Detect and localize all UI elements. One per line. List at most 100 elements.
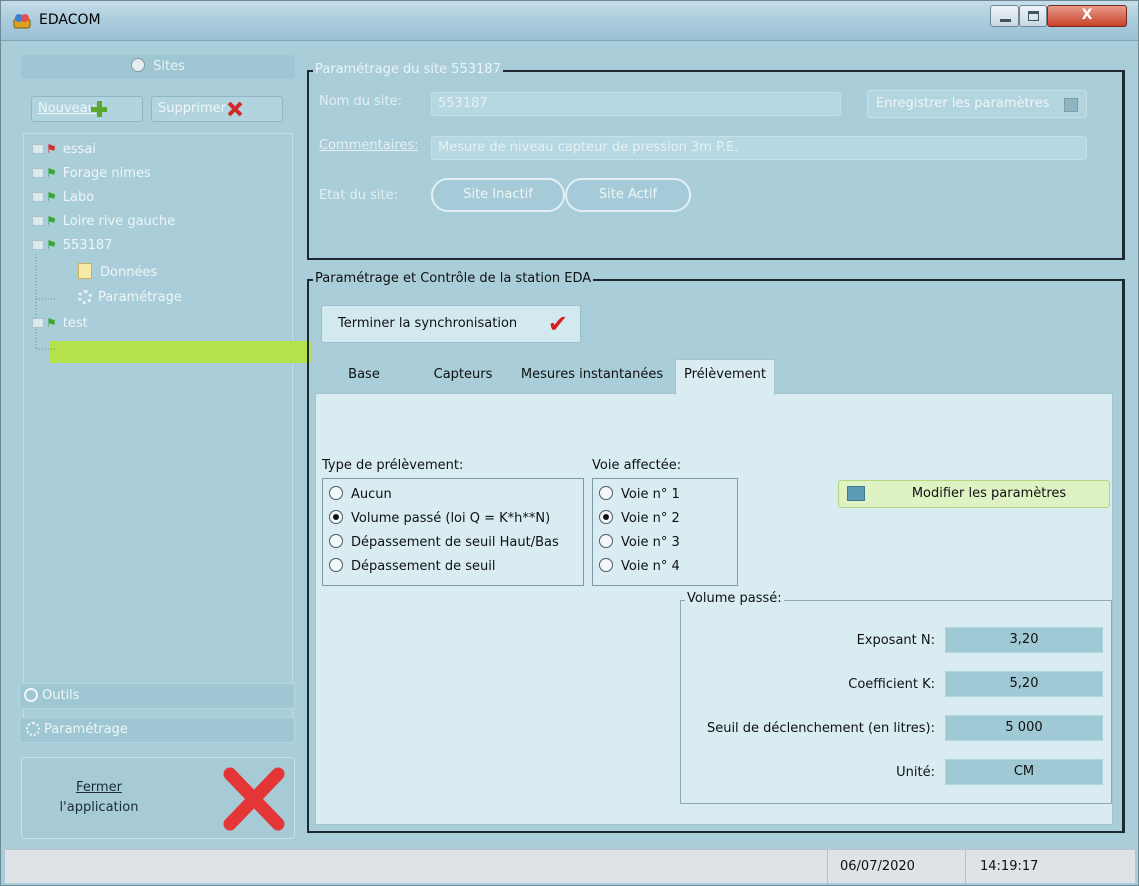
- radio-label: Voie n° 2: [621, 511, 680, 526]
- radio-label: Dépassement de seuil Haut/Bas: [351, 535, 559, 550]
- radio-button-icon: [599, 534, 613, 548]
- gear-icon: [78, 290, 92, 304]
- close-window-button[interactable]: X: [1047, 5, 1127, 27]
- save-settings-button[interactable]: Enregistrer les paramètres: [867, 90, 1087, 118]
- radio-aucun[interactable]: Aucun: [329, 485, 392, 505]
- tree-item-labo[interactable]: ⚑ Labo: [32, 186, 94, 208]
- modify-parameters-label: Modifier les paramètres: [911, 486, 1067, 501]
- channel-label: Voie affectée:: [592, 458, 682, 473]
- document-icon: [78, 263, 92, 279]
- window-title: EDACOM: [39, 12, 101, 28]
- tree-item-label: Paramétrage: [98, 290, 182, 305]
- volume-group-title: Volume passé:: [685, 591, 784, 606]
- settings-section-header[interactable]: Paramétrage: [19, 717, 295, 743]
- big-red-x-icon: [223, 767, 285, 831]
- tree-item-label: test: [62, 316, 88, 331]
- radio-button-selected-icon: [329, 510, 343, 524]
- tree-item-donnees[interactable]: Données: [78, 262, 157, 284]
- tree-item-parametrage[interactable]: Paramétrage: [78, 287, 182, 309]
- unit-field[interactable]: CM: [945, 759, 1103, 785]
- comment-field[interactable]: Mesure de niveau capteur de pression 3m …: [431, 136, 1087, 160]
- close-application-button[interactable]: Fermer l'application: [21, 757, 295, 839]
- tree-item-label: essai: [62, 142, 96, 157]
- volume-group: Volume passé: Exposant N: 3,20 Coefficie…: [680, 591, 1112, 804]
- tree-selection-highlight: [50, 341, 312, 363]
- tab-panel-prelevement: Type de prélèvement: Aucun Volume passé …: [315, 393, 1113, 825]
- tree-item-test[interactable]: ⚑ test: [32, 312, 88, 334]
- tree-item-loire-rive-gauche[interactable]: ⚑ Loire rive gauche: [32, 210, 175, 232]
- plus-icon: [91, 101, 107, 117]
- minimize-button[interactable]: [990, 5, 1019, 27]
- finish-sync-button[interactable]: Terminer la synchronisation ✔: [321, 305, 581, 343]
- new-site-label: Nouveau: [38, 101, 96, 116]
- tab-base[interactable]: Base: [337, 357, 391, 393]
- coefficient-label: Coefficient K:: [848, 677, 935, 692]
- site-name-field[interactable]: 553187: [431, 92, 841, 116]
- site-inactive-toggle[interactable]: Site Inactif: [431, 178, 565, 212]
- radio-label: Dépassement de seuil: [351, 559, 496, 574]
- save-settings-label: Enregistrer les paramètres: [876, 96, 1050, 111]
- status-time: 14:19:17: [965, 850, 1115, 884]
- coefficient-field[interactable]: 5,20: [945, 671, 1103, 697]
- radio-button-icon: [599, 486, 613, 500]
- unit-label: Unité:: [896, 765, 935, 780]
- close-app-line2: l'application: [59, 800, 139, 815]
- delete-x-icon: [227, 101, 243, 117]
- green-flag-icon: ⚑: [46, 166, 57, 180]
- radio-voie-2[interactable]: Voie n° 2: [599, 509, 680, 529]
- radio-button-icon: [329, 558, 343, 572]
- delete-site-label: Supprimer: [158, 101, 226, 116]
- close-app-line1: Fermer: [76, 780, 122, 795]
- sites-icon: [131, 58, 146, 72]
- radio-depassement-seuil[interactable]: Dépassement de seuil: [329, 557, 496, 577]
- radio-button-selected-icon: [599, 510, 613, 524]
- sampling-type-group: Aucun Volume passé (loi Q = K*h**N) Dépa…: [322, 478, 584, 586]
- radio-volume-passe[interactable]: Volume passé (loi Q = K*h**N): [329, 509, 550, 529]
- title-bar[interactable]: EDACOM X: [1, 1, 1138, 41]
- radio-voie-1[interactable]: Voie n° 1: [599, 485, 680, 505]
- green-flag-icon: ⚑: [46, 238, 57, 252]
- threshold-field[interactable]: 5 000: [945, 715, 1103, 741]
- site-active-toggle[interactable]: Site Actif: [565, 178, 691, 212]
- tree-item-essai[interactable]: ⚑ essai: [32, 138, 96, 160]
- finish-sync-label: Terminer la synchronisation: [338, 316, 518, 331]
- app-window: EDACOM X Sites Nouveau Supprimer ⚑ essai…: [0, 0, 1139, 886]
- folder-icon: [32, 192, 44, 202]
- radio-voie-4[interactable]: Voie n° 4: [599, 557, 680, 577]
- exponent-label: Exposant N:: [856, 633, 935, 648]
- tab-mesures-instantanees[interactable]: Mesures instantanées: [511, 357, 673, 393]
- folder-icon: [32, 144, 44, 154]
- close-icon: X: [1081, 7, 1093, 23]
- tree-item-553187[interactable]: ⚑ 553187: [32, 234, 112, 256]
- tree-item-forage-nimes[interactable]: ⚑ Forage nimes: [32, 162, 151, 184]
- tab-capteurs[interactable]: Capteurs: [423, 357, 503, 393]
- status-date: 06/07/2020: [827, 850, 965, 884]
- settings-label: Paramétrage: [44, 722, 128, 737]
- sites-header-label: Sites: [153, 59, 185, 74]
- radio-voie-3[interactable]: Voie n° 3: [599, 533, 680, 553]
- folder-icon: [32, 318, 44, 328]
- red-flag-icon: ⚑: [46, 142, 57, 156]
- folder-icon: [32, 240, 44, 250]
- sites-header[interactable]: Sites: [21, 55, 295, 79]
- tools-section-header[interactable]: Outils: [19, 683, 295, 709]
- green-flag-icon: ⚑: [46, 190, 57, 204]
- disk-icon: [1064, 98, 1078, 112]
- modify-parameters-button[interactable]: Modifier les paramètres: [838, 480, 1110, 508]
- site-settings-title: Paramétrage du site 553187: [313, 62, 503, 77]
- new-site-button[interactable]: Nouveau: [31, 96, 143, 122]
- radio-button-icon: [599, 558, 613, 572]
- folder-icon: [32, 216, 44, 226]
- green-flag-icon: ⚑: [46, 214, 57, 228]
- exponent-field[interactable]: 3,20: [945, 627, 1103, 653]
- delete-site-button[interactable]: Supprimer: [151, 96, 283, 122]
- radio-button-icon: [329, 486, 343, 500]
- tools-label: Outils: [42, 688, 80, 703]
- maximize-button[interactable]: [1019, 5, 1047, 27]
- gear-icon: [26, 722, 40, 736]
- tab-prelevement[interactable]: Prélèvement: [675, 359, 775, 395]
- green-flag-icon: ⚑: [46, 316, 57, 330]
- tree-item-label: Loire rive gauche: [62, 214, 176, 229]
- app-icon: [13, 14, 31, 29]
- radio-depassement-haut-bas[interactable]: Dépassement de seuil Haut/Bas: [329, 533, 559, 553]
